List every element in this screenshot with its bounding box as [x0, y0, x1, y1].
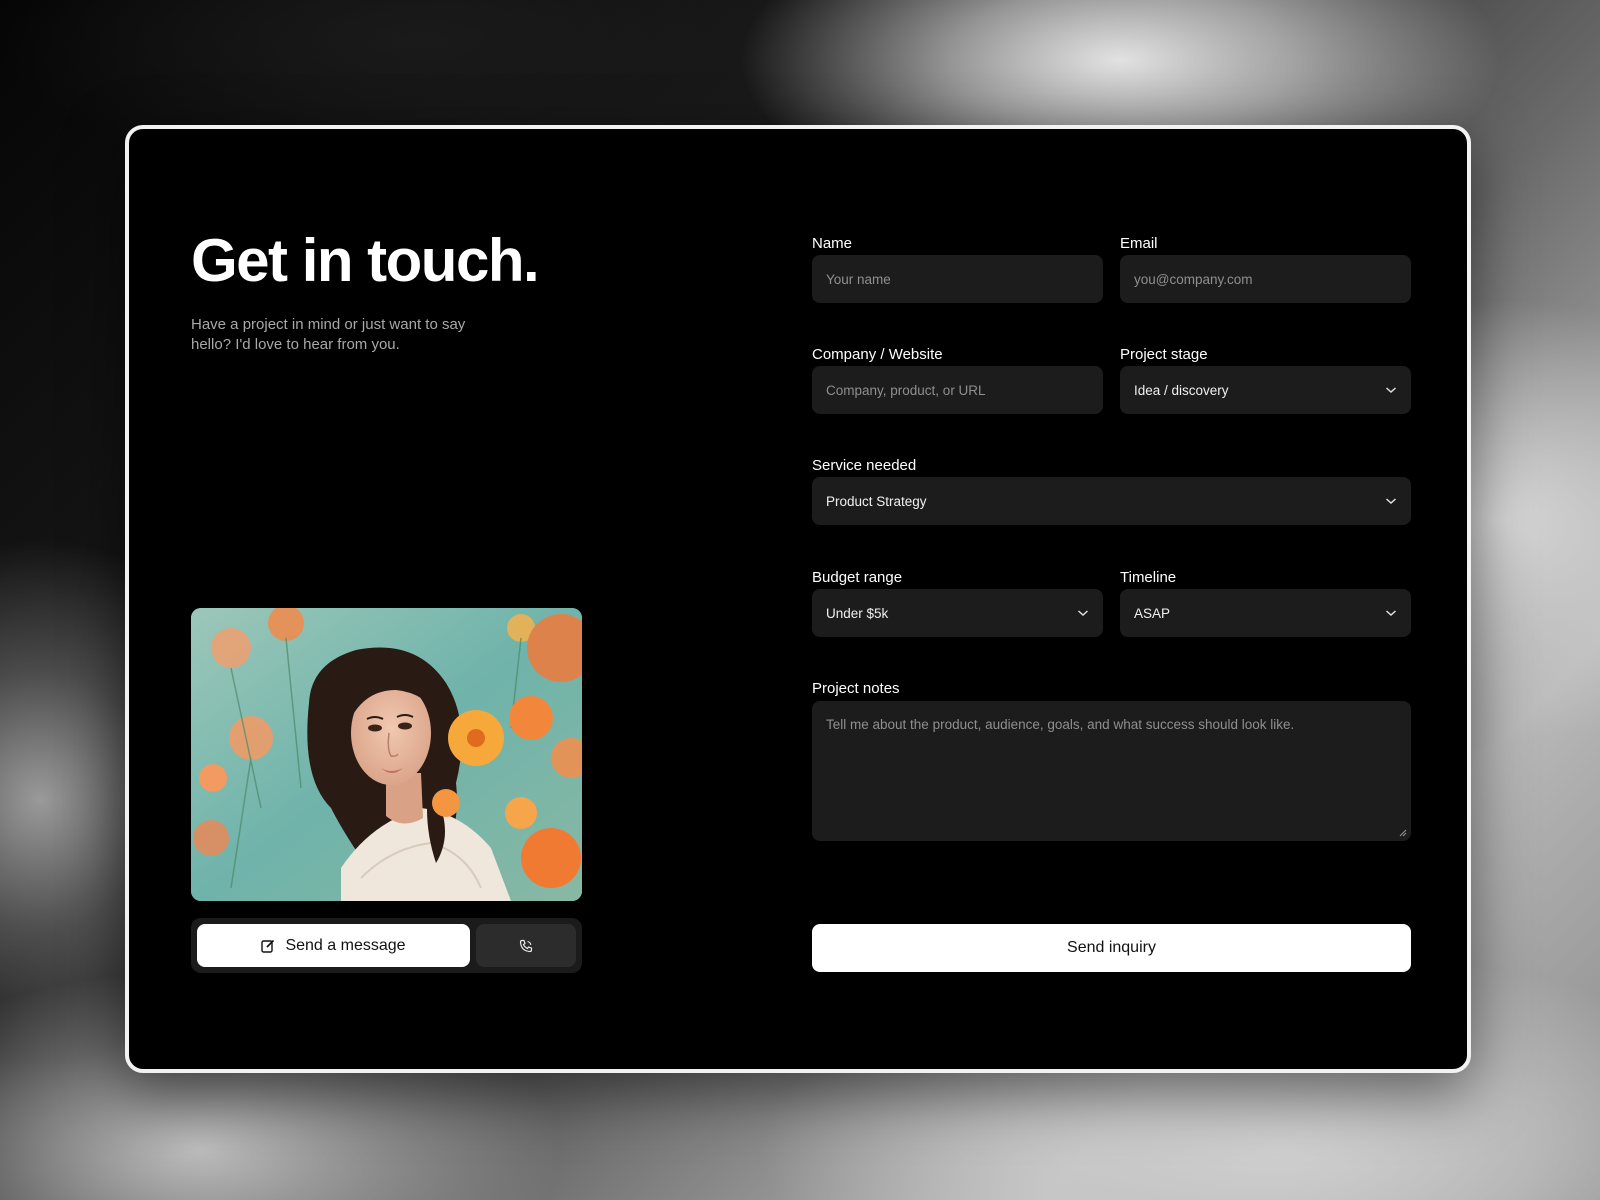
project-notes-textarea[interactable]: Tell me about the product, audience, goa…	[812, 701, 1411, 841]
chevron-down-icon	[1078, 610, 1088, 617]
intro-text: Have a project in mind or just want to s…	[191, 316, 466, 353]
name-input[interactable]: Your name	[812, 255, 1103, 303]
timeline-label: Timeline	[1120, 569, 1177, 586]
service-value: Product Strategy	[826, 493, 927, 509]
send-message-button[interactable]: Send a message	[197, 924, 470, 967]
chevron-down-icon	[1386, 387, 1396, 394]
service-select[interactable]: Product Strategy	[812, 477, 1411, 525]
portrait-illustration	[191, 608, 582, 901]
budget-value: Under $5k	[826, 605, 889, 621]
company-input[interactable]: Company, product, or URL	[812, 366, 1103, 414]
email-input[interactable]: you@company.com	[1120, 255, 1411, 303]
edit-icon	[261, 939, 275, 953]
portrait-photo	[191, 608, 582, 901]
page-title: Get in touch.	[191, 227, 540, 294]
contact-action-bar: Send a message	[191, 918, 582, 973]
call-button[interactable]	[476, 924, 576, 967]
project-stage-value: Idea / discovery	[1134, 382, 1229, 398]
send-message-label: Send a message	[285, 936, 406, 954]
chevron-down-icon	[1386, 498, 1396, 505]
phone-icon	[519, 939, 533, 952]
service-label: Service needed	[812, 457, 917, 474]
budget-label: Budget range	[812, 569, 903, 586]
email-label: Email	[1120, 235, 1158, 252]
send-inquiry-button[interactable]: Send inquiry	[812, 924, 1411, 972]
notes-label: Project notes	[812, 680, 900, 697]
company-label: Company / Website	[812, 346, 943, 363]
project-stage-select[interactable]: Idea / discovery	[1120, 366, 1411, 414]
project-stage-label: Project stage	[1120, 346, 1208, 363]
timeline-value: ASAP	[1134, 605, 1171, 621]
notes-placeholder: Tell me about the product, audience, goa…	[826, 717, 1295, 732]
contact-card: Get in touch. Have a project in mind or …	[125, 125, 1471, 1073]
budget-select[interactable]: Under $5k	[812, 589, 1103, 637]
chevron-down-icon	[1386, 610, 1396, 617]
resize-handle-icon[interactable]	[1397, 827, 1407, 837]
name-label: Name	[812, 235, 853, 252]
timeline-select[interactable]: ASAP	[1120, 589, 1411, 637]
